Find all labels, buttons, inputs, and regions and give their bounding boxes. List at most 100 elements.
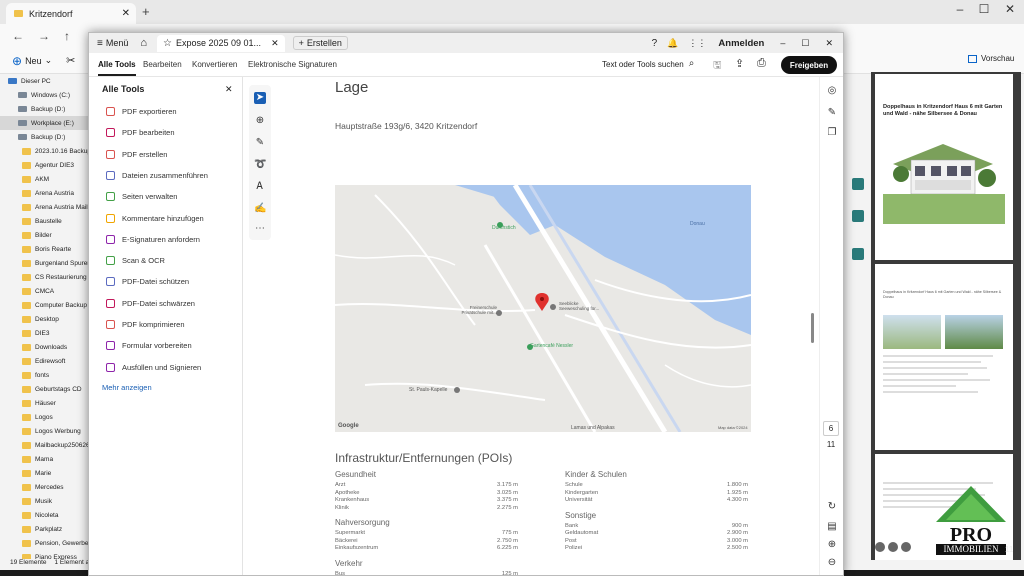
sidebar-item[interactable]: Geburtstags CD <box>0 382 92 396</box>
tool-item[interactable]: Scan & OCR <box>106 256 165 266</box>
lasso-icon[interactable]: ➰ <box>254 159 266 171</box>
cut-icon[interactable]: ✂ <box>66 54 75 67</box>
rotate-icon[interactable]: ↻ <box>825 501 839 512</box>
tool-item[interactable]: Formular vorbereiten <box>106 341 192 351</box>
notifications-icon[interactable]: 🔔 <box>667 38 678 49</box>
sidebar-item[interactable]: Pension, Gewerbe <box>0 536 92 550</box>
sidebar-item[interactable]: Arena Austria <box>0 186 92 200</box>
show-more-link[interactable]: Mehr anzeigen <box>102 383 152 392</box>
sidebar-item[interactable]: Desktop <box>0 312 92 326</box>
back-icon[interactable]: ← <box>12 29 24 43</box>
scrollbar-thumb[interactable] <box>811 313 814 343</box>
tool-item[interactable]: PDF-Datei schützen <box>106 277 189 287</box>
sidebar-item[interactable]: Logos <box>0 410 92 424</box>
sidebar-item[interactable]: Computer Backup 5 <box>0 298 92 312</box>
preview-control-button[interactable] <box>901 542 911 552</box>
tool-item[interactable]: PDF exportieren <box>106 107 177 116</box>
create-button[interactable]: + Erstellen <box>292 36 348 50</box>
sidebar-item[interactable]: AKM <box>0 172 92 186</box>
zoom-in-icon[interactable]: ⊕ <box>825 539 839 550</box>
more-tools-icon[interactable]: ⋯ <box>254 223 266 235</box>
ai-assistant-icon[interactable]: ◎ <box>825 85 839 96</box>
maximize-icon[interactable]: ☐ <box>801 38 809 49</box>
zoom-tool-icon[interactable]: ⊕ <box>254 115 266 127</box>
tool-item[interactable]: PDF komprimieren <box>106 320 185 329</box>
sidebar-item[interactable]: Bilder <box>0 228 92 242</box>
minimize-icon[interactable]: – <box>780 38 785 48</box>
side-strip-button[interactable] <box>852 178 864 190</box>
sidebar-item[interactable]: Arena Austria Mail b <box>0 200 92 214</box>
stamp-icon[interactable]: ✍ <box>254 203 266 215</box>
preview-control-button[interactable] <box>875 542 885 552</box>
tool-item[interactable]: PDF-Datei schwärzen <box>106 298 195 308</box>
side-strip-button[interactable] <box>852 210 864 222</box>
sidebar-item[interactable]: Burgenland Spuren <box>0 256 92 270</box>
tool-item[interactable]: PDF bearbeiten <box>106 128 175 138</box>
tab-edit[interactable]: Bearbeiten <box>143 60 182 69</box>
document-tab[interactable]: ☆ Expose 2025 09 01... ✕ <box>157 34 285 52</box>
sidebar-item[interactable]: CMCA <box>0 284 92 298</box>
select-cursor-icon[interactable]: ➤ <box>254 92 266 104</box>
sidebar-item[interactable]: Backup (D:) <box>0 102 92 116</box>
sidebar-item[interactable]: Häuser <box>0 396 92 410</box>
up-icon[interactable]: ↑ <box>64 29 70 43</box>
save-icon[interactable]: 🖫 <box>713 58 722 75</box>
pen-icon[interactable]: ✎ <box>254 137 266 149</box>
sidebar-item[interactable]: Backup (D:) <box>0 130 92 144</box>
sidebar-item[interactable]: Baustelle <box>0 214 92 228</box>
sidebar-item[interactable]: Logos Werbung <box>0 424 92 438</box>
sign-in-button[interactable]: Anmelden <box>718 38 764 49</box>
preview-toggle[interactable]: Vorschau <box>968 54 1014 63</box>
tab-all-tools[interactable]: Alle Tools <box>98 60 136 76</box>
zoom-out-icon[interactable]: ⊖ <box>825 557 839 568</box>
sidebar-item[interactable]: Mercedes <box>0 480 92 494</box>
pages-icon[interactable]: ❐ <box>825 127 839 138</box>
home-icon[interactable]: ⌂ <box>140 37 147 49</box>
preview-control-button[interactable] <box>888 542 898 552</box>
sidebar-item[interactable]: Parkplatz <box>0 522 92 536</box>
text-select-icon[interactable]: Ꭺ <box>254 181 266 193</box>
side-strip-button[interactable] <box>852 248 864 260</box>
close-panel-icon[interactable]: ✕ <box>225 84 233 95</box>
comment-icon[interactable]: ✎ <box>825 107 839 118</box>
sidebar-item[interactable]: DIE3 <box>0 326 92 340</box>
apps-icon[interactable]: ⋮⋮ <box>688 38 706 49</box>
close-window-icon[interactable]: ✕ <box>825 38 833 49</box>
tool-item[interactable]: Ausfüllen und Signieren <box>106 362 201 372</box>
sidebar-item[interactable]: CS Restaurierung <box>0 270 92 284</box>
close-window-icon[interactable]: ✕ <box>1000 2 1020 16</box>
explorer-tab[interactable]: Kritzendorf ✕ <box>6 3 136 24</box>
star-icon[interactable]: ☆ <box>163 38 172 49</box>
print-icon[interactable]: ⎙ <box>757 57 766 70</box>
sidebar-item[interactable]: Agentur DIE3 <box>0 158 92 172</box>
tab-e-signatures[interactable]: Elektronische Signaturen <box>248 60 337 69</box>
sidebar-item[interactable]: Piano Express <box>0 550 92 559</box>
close-document-icon[interactable]: ✕ <box>271 38 279 49</box>
sidebar-item[interactable]: Dieser PC <box>0 74 92 88</box>
sidebar-item[interactable]: fonts <box>0 368 92 382</box>
new-tab-icon[interactable]: + <box>142 4 150 19</box>
current-page-field[interactable]: 6 <box>823 421 839 436</box>
tool-item[interactable]: PDF erstellen <box>106 149 167 159</box>
sidebar-item[interactable]: Nicoleta <box>0 508 92 522</box>
maximize-icon[interactable]: ☐ <box>974 2 994 16</box>
share-button[interactable]: Freigeben <box>781 56 837 74</box>
new-button[interactable]: ⊕ Neu ⌄ <box>12 54 52 68</box>
tool-item[interactable]: Kommentare hinzufügen <box>106 213 204 223</box>
sidebar-item[interactable]: Mailbackup250626 <box>0 438 92 452</box>
location-map[interactable]: Donau Durchstich Freinerschule Privatsch… <box>335 185 751 432</box>
upload-icon[interactable]: ⇪ <box>735 57 744 70</box>
close-tab-icon[interactable]: ✕ <box>122 8 130 19</box>
tool-item[interactable]: E-Signaturen anfordern <box>106 234 200 244</box>
tool-item[interactable]: Dateien zusammenführen <box>106 170 208 180</box>
sidebar-item[interactable]: Mama <box>0 452 92 466</box>
forward-icon[interactable]: → <box>38 29 50 43</box>
tools-search[interactable]: Text oder Tools suchen ⌕ <box>602 58 694 69</box>
sidebar-item[interactable]: Downloads <box>0 340 92 354</box>
sidebar-item[interactable]: Windows (C:) <box>0 88 92 102</box>
page-fit-icon[interactable]: ▤ <box>825 521 839 532</box>
sidebar-item[interactable]: 2023.10.16 Backup <box>0 144 92 158</box>
help-icon[interactable]: ? <box>652 38 658 49</box>
sidebar-item[interactable]: Boris Rearte <box>0 242 92 256</box>
tab-convert[interactable]: Konvertieren <box>192 60 237 69</box>
